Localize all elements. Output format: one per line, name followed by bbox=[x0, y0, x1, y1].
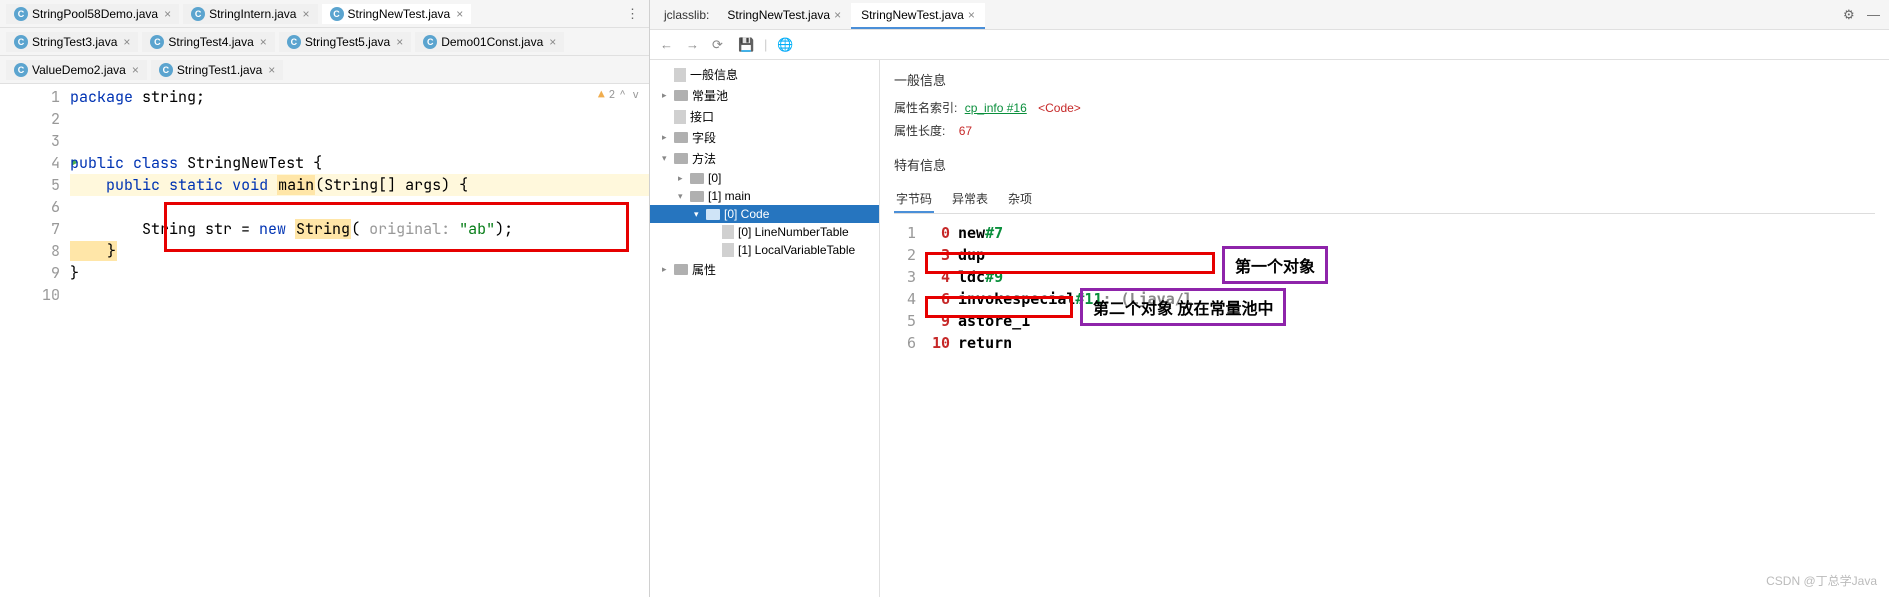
tree-item[interactable]: ▾[0] Code bbox=[650, 205, 879, 223]
jclasslib-toolbar: ← → ⟳ 💾 | 🌐 bbox=[650, 30, 1889, 60]
detail-subtabs: 字节码异常表杂项 bbox=[894, 186, 1875, 214]
detail-subtab[interactable]: 杂项 bbox=[1006, 186, 1034, 213]
cp-info-link[interactable]: cp_info #16 bbox=[965, 101, 1027, 115]
section-general: 一般信息 bbox=[894, 70, 1875, 89]
editor-tabs-row1: CStringPool58Demo.java×CStringIntern.jav… bbox=[0, 0, 649, 28]
tabs-overflow-icon[interactable]: ⋮ bbox=[620, 6, 645, 22]
code-editor[interactable]: 1 2 3 4▶ 5▶ 6 7 8 9 10 ▲ 2 ^ v package s… bbox=[0, 84, 649, 597]
tree-arrow-icon[interactable]: ▾ bbox=[662, 153, 674, 164]
tree-item[interactable]: ▾方法 bbox=[650, 148, 879, 169]
folder-icon bbox=[690, 173, 704, 184]
file-icon bbox=[674, 110, 686, 124]
watermark: CSDN @丁总学Java bbox=[1766, 572, 1877, 589]
line-gutter: 1 2 3 4▶ 5▶ 6 7 8 9 10 bbox=[0, 84, 70, 597]
minimize-icon[interactable]: — bbox=[1867, 7, 1883, 23]
code-area[interactable]: ▲ 2 ^ v package string; public class Str… bbox=[70, 84, 649, 597]
jclasslib-panel: jclasslib: StringNewTest.java×StringNewT… bbox=[650, 0, 1889, 597]
editor-tabs-row3: CValueDemo2.java×CStringTest1.java× bbox=[0, 56, 649, 84]
java-file-icon: C bbox=[423, 35, 437, 49]
bytecode-row: 610 return bbox=[894, 332, 1875, 354]
annotation-first-object: 第一个对象 bbox=[1222, 246, 1328, 284]
tree-item[interactable]: ▾[1] main bbox=[650, 187, 879, 205]
file-icon bbox=[674, 68, 686, 82]
editor-tab[interactable]: CValueDemo2.java× bbox=[6, 60, 147, 80]
jclasslib-tabs: jclasslib: StringNewTest.java×StringNewT… bbox=[650, 0, 1889, 30]
save-icon[interactable]: 💾 bbox=[738, 37, 754, 53]
annotation-red-box-code bbox=[164, 202, 629, 252]
java-file-icon: C bbox=[14, 35, 28, 49]
tree-arrow-icon[interactable]: ▾ bbox=[694, 209, 706, 220]
editor-tabs-row2: CStringTest3.java×CStringTest4.java×CStr… bbox=[0, 28, 649, 56]
folder-icon bbox=[674, 153, 688, 164]
editor-panel: CStringPool58Demo.java×CStringIntern.jav… bbox=[0, 0, 650, 597]
java-file-icon: C bbox=[150, 35, 164, 49]
close-icon[interactable]: × bbox=[302, 7, 309, 21]
forward-icon[interactable]: → bbox=[686, 37, 702, 53]
structure-tree[interactable]: 一般信息▸常量池接口▸字段▾方法▸[0] ▾[1] main▾[0] Code[… bbox=[650, 60, 880, 597]
java-file-icon: C bbox=[14, 63, 28, 77]
tree-item[interactable]: 接口 bbox=[650, 106, 879, 127]
tree-item[interactable]: 一般信息 bbox=[650, 64, 879, 85]
detail-subtab[interactable]: 字节码 bbox=[894, 186, 934, 213]
editor-tab[interactable]: CStringTest5.java× bbox=[279, 32, 411, 52]
java-file-icon: C bbox=[191, 7, 205, 21]
folder-icon bbox=[674, 264, 688, 275]
close-icon[interactable]: × bbox=[396, 35, 403, 49]
close-icon[interactable]: × bbox=[834, 8, 841, 22]
tree-item[interactable]: [0] LineNumberTable bbox=[650, 223, 879, 241]
refresh-icon[interactable]: ⟳ bbox=[712, 37, 728, 53]
detail-pane: 一般信息 属性名索引: cp_info #16 <Code> 属性长度: 67 … bbox=[880, 60, 1889, 597]
close-icon[interactable]: × bbox=[260, 35, 267, 49]
close-icon[interactable]: × bbox=[123, 35, 130, 49]
close-icon[interactable]: × bbox=[164, 7, 171, 21]
section-specific: 特有信息 bbox=[894, 155, 1875, 174]
folder-icon bbox=[674, 132, 688, 143]
back-icon[interactable]: ← bbox=[660, 37, 676, 53]
file-icon bbox=[722, 225, 734, 239]
tree-item[interactable]: [1] LocalVariableTable bbox=[650, 241, 879, 259]
tree-arrow-icon[interactable]: ▸ bbox=[662, 90, 674, 101]
java-file-icon: C bbox=[287, 35, 301, 49]
editor-tab[interactable]: CStringTest4.java× bbox=[142, 32, 274, 52]
editor-tab[interactable]: CStringIntern.java× bbox=[183, 4, 317, 24]
gear-icon[interactable]: ⚙ bbox=[1843, 7, 1859, 23]
java-file-icon: C bbox=[159, 63, 173, 77]
bytecode-row: 10 new #7 bbox=[894, 222, 1875, 244]
editor-tab[interactable]: CStringPool58Demo.java× bbox=[6, 4, 179, 24]
tree-arrow-icon[interactable]: ▸ bbox=[678, 173, 690, 184]
editor-tab[interactable]: CStringNewTest.java× bbox=[322, 4, 472, 24]
warning-badge[interactable]: ▲ 2 ^ v bbox=[598, 88, 639, 102]
tree-item[interactable]: ▸[0] bbox=[650, 169, 879, 187]
close-icon[interactable]: × bbox=[549, 35, 556, 49]
warning-icon: ▲ bbox=[598, 88, 605, 102]
browser-icon[interactable]: 🌐 bbox=[777, 37, 793, 53]
tree-arrow-icon[interactable]: ▸ bbox=[662, 264, 674, 275]
tree-item[interactable]: ▸属性 bbox=[650, 259, 879, 280]
annotation-red-box-new bbox=[925, 252, 1215, 274]
tree-arrow-icon[interactable]: ▸ bbox=[662, 132, 674, 143]
close-icon[interactable]: × bbox=[132, 63, 139, 77]
annotation-second-object: 第二个对象 放在常量池中 bbox=[1080, 288, 1286, 326]
detail-subtab[interactable]: 异常表 bbox=[950, 186, 990, 213]
editor-tab[interactable]: CStringTest1.java× bbox=[151, 60, 283, 80]
tree-item[interactable]: ▸字段 bbox=[650, 127, 879, 148]
tree-arrow-icon[interactable]: ▾ bbox=[678, 191, 690, 202]
editor-tab[interactable]: CStringTest3.java× bbox=[6, 32, 138, 52]
java-file-icon: C bbox=[14, 7, 28, 21]
java-file-icon: C bbox=[330, 7, 344, 21]
jclasslib-prefix: jclasslib: bbox=[656, 8, 717, 22]
folder-icon bbox=[706, 209, 720, 220]
jclasslib-tab[interactable]: StringNewTest.java× bbox=[717, 3, 851, 27]
bytecode-view: 10 new #7 23 dup34 ldc #9 46 invokespeci… bbox=[894, 222, 1875, 354]
jclasslib-tab[interactable]: StringNewTest.java× bbox=[851, 3, 985, 29]
annotation-red-box-ldc bbox=[925, 296, 1073, 318]
folder-icon bbox=[690, 191, 704, 202]
close-icon[interactable]: × bbox=[968, 8, 975, 22]
close-icon[interactable]: × bbox=[456, 7, 463, 21]
tree-item[interactable]: ▸常量池 bbox=[650, 85, 879, 106]
folder-icon bbox=[674, 90, 688, 101]
file-icon bbox=[722, 243, 734, 257]
editor-tab[interactable]: CDemo01Const.java× bbox=[415, 32, 564, 52]
close-icon[interactable]: × bbox=[268, 63, 275, 77]
